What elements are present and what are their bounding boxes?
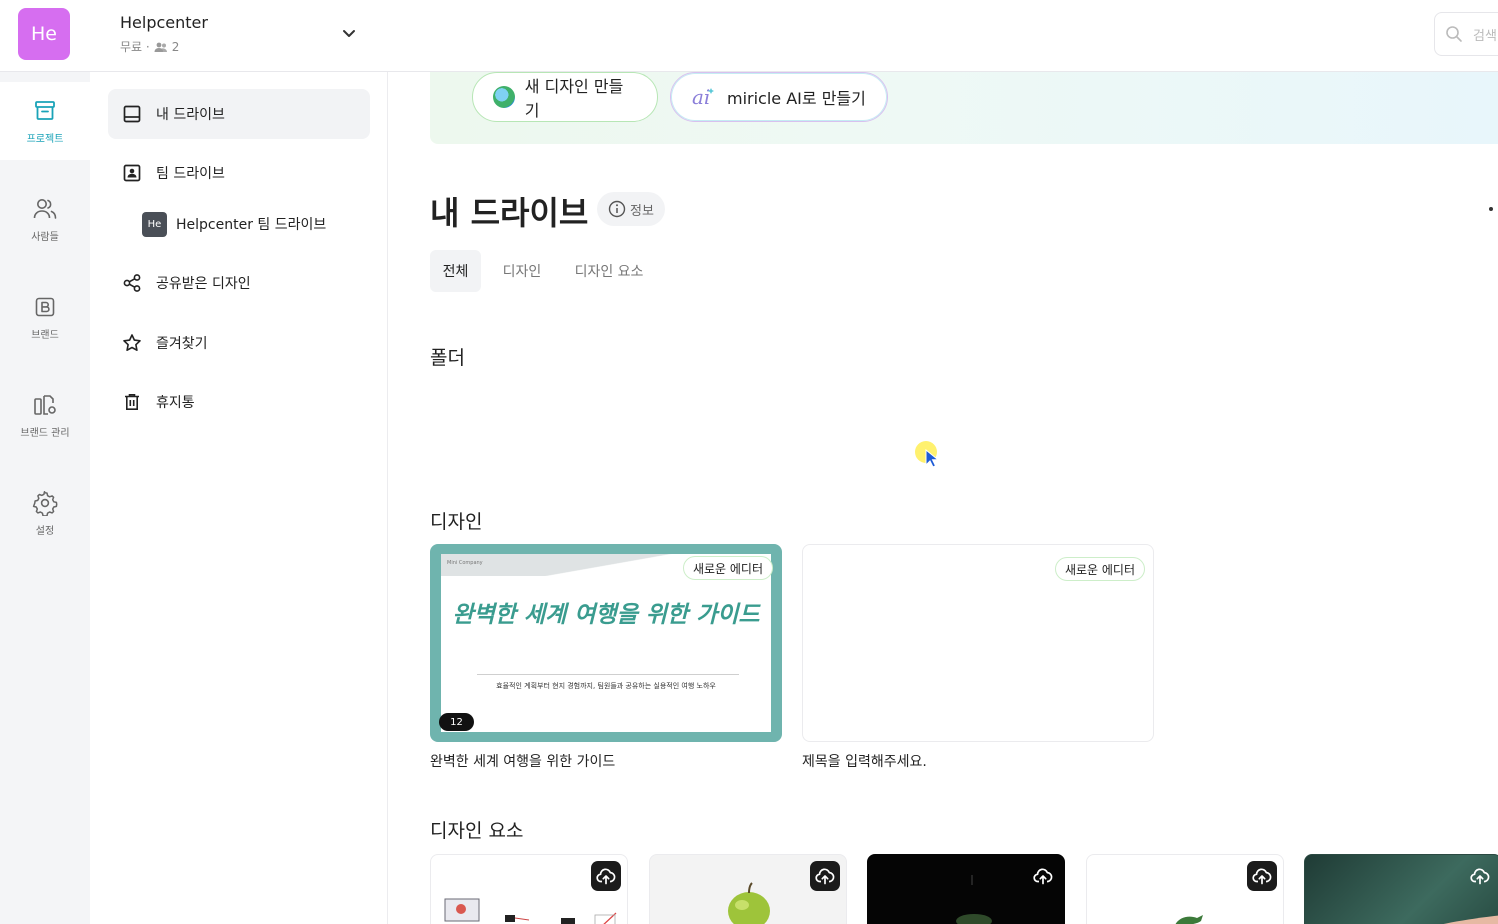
sidebar-item-label: 즐겨찾기 bbox=[156, 336, 208, 352]
rail-item-settings[interactable]: 설정 bbox=[0, 474, 90, 552]
ai-icon: ai bbox=[692, 85, 714, 109]
info-button[interactable]: 정보 bbox=[597, 192, 665, 226]
people-icon bbox=[33, 198, 57, 219]
upload-button[interactable] bbox=[810, 861, 840, 891]
workspace-avatar[interactable]: He bbox=[18, 8, 70, 60]
mouse-cursor-icon bbox=[925, 449, 939, 468]
new-editor-badge: 새로운 에디터 bbox=[682, 556, 773, 580]
tab-all[interactable]: 전체 bbox=[430, 250, 481, 292]
workspace-meta: 무료 · 2 bbox=[120, 38, 179, 55]
cloud-upload-icon bbox=[596, 868, 616, 885]
elements-heading: 디자인 요소 bbox=[430, 820, 524, 842]
page-title: 내 드라이브 bbox=[430, 194, 589, 232]
rail-item-people[interactable]: 사람들 bbox=[0, 180, 90, 258]
design-element-card[interactable] bbox=[867, 854, 1065, 924]
sidebar-item-favorites[interactable]: 즐겨찾기 bbox=[108, 318, 370, 368]
sidebar-item-label: Helpcenter 팀 드라이브 bbox=[176, 217, 327, 233]
sidebar-item-team-drive[interactable]: 팀 드라이브 bbox=[108, 148, 370, 198]
design-element-card[interactable] bbox=[430, 854, 628, 924]
sidebar-item-trash[interactable]: 휴지통 bbox=[108, 377, 370, 427]
search-placeholder: 검색 bbox=[1473, 28, 1497, 44]
upload-button[interactable] bbox=[591, 861, 621, 891]
sidebar-item-helpcenter-team-drive[interactable]: He Helpcenter 팀 드라이브 bbox=[142, 204, 372, 244]
cloud-upload-icon bbox=[815, 868, 835, 885]
chevron-down-icon[interactable] bbox=[340, 24, 358, 42]
upload-button[interactable] bbox=[1247, 861, 1277, 891]
rail-label: 프로젝트 bbox=[26, 133, 64, 145]
button-label: 새 디자인 만들기 bbox=[524, 77, 624, 120]
button-label: miricle AI로 만들기 bbox=[727, 89, 866, 108]
sidebar-item-label: 팀 드라이브 bbox=[156, 166, 225, 182]
plan-label: 무료 · bbox=[120, 40, 150, 54]
page-count-badge: 12 bbox=[439, 713, 474, 731]
rail-label: 브랜드 관리 bbox=[20, 427, 70, 439]
star-icon bbox=[123, 334, 141, 351]
design-element-card[interactable] bbox=[1086, 854, 1284, 924]
new-design-button[interactable]: 새 디자인 만들기 bbox=[472, 72, 658, 122]
trash-icon bbox=[125, 394, 139, 410]
more-options-icon[interactable] bbox=[1489, 207, 1493, 211]
team-avatar: He bbox=[142, 211, 167, 237]
cloud-upload-icon bbox=[1033, 868, 1053, 885]
create-banner: 새 디자인 만들기 ai miricle AI로 만들기 bbox=[430, 72, 1498, 144]
sidebar-item-label: 공유받은 디자인 bbox=[156, 276, 251, 292]
sidebar-item-shared[interactable]: 공유받은 디자인 bbox=[108, 258, 370, 308]
design-card[interactable]: 새로운 에디터 bbox=[802, 544, 1154, 742]
design-title[interactable]: 완벽한 세계 여행을 위한 가이드 bbox=[430, 751, 615, 771]
cloud-upload-icon bbox=[1252, 868, 1272, 885]
design-element-card[interactable] bbox=[649, 854, 847, 924]
design-title[interactable]: 제목을 입력해주세요. bbox=[802, 751, 927, 771]
upload-button[interactable] bbox=[1028, 861, 1058, 891]
design-element-card[interactable] bbox=[1304, 854, 1498, 924]
slide-divider bbox=[477, 674, 739, 675]
member-count: 2 bbox=[171, 39, 180, 54]
rail-item-brand-manage[interactable]: 브랜드 관리 bbox=[0, 376, 90, 454]
search-input[interactable]: 검색 bbox=[1434, 12, 1498, 56]
slide-subtitle: 효율적인 계획부터 현지 경험까지, 팀원들과 공유하는 실용적인 여행 노하우 bbox=[496, 682, 716, 690]
sidebar-item-label: 내 드라이브 bbox=[156, 107, 225, 123]
rail-label: 설정 bbox=[35, 525, 55, 537]
gear-icon bbox=[32, 490, 58, 516]
rail-item-projects[interactable]: 프로젝트 bbox=[0, 82, 90, 160]
cloud-upload-icon bbox=[1470, 868, 1490, 885]
left-rail: 프로젝트 사람들 브랜드 브랜드 관리 설정 bbox=[0, 72, 90, 924]
workspace-name[interactable]: Helpcenter bbox=[120, 13, 208, 32]
slide-title: 완벽한 세계 여행을 위한 가이드 bbox=[452, 602, 760, 628]
rail-item-brand[interactable]: 브랜드 bbox=[0, 278, 90, 356]
rail-label: 브랜드 bbox=[31, 329, 59, 341]
new-editor-badge: 새로운 에디터 bbox=[1054, 557, 1145, 581]
globe-icon bbox=[493, 86, 515, 108]
upload-button[interactable] bbox=[1465, 861, 1495, 891]
ai-create-button[interactable]: ai miricle AI로 만들기 bbox=[670, 72, 888, 122]
brand-settings-icon bbox=[34, 394, 56, 415]
drive-icon bbox=[123, 105, 141, 123]
share-icon bbox=[123, 274, 141, 292]
sidebar-item-label: 휴지통 bbox=[156, 395, 195, 411]
team-drive-icon bbox=[123, 164, 141, 182]
tab-design-elements[interactable]: 디자인 요소 bbox=[567, 250, 651, 292]
top-bar: He Helpcenter 무료 · 2 검색 bbox=[0, 0, 1498, 72]
search-icon bbox=[1446, 26, 1462, 42]
members-icon bbox=[154, 42, 167, 52]
drive-sidebar: 내 드라이브 팀 드라이브 He Helpcenter 팀 드라이브 공유받은 … bbox=[90, 72, 388, 924]
rail-label: 사람들 bbox=[31, 231, 59, 243]
archive-box-icon bbox=[35, 100, 55, 120]
slide-company: Mini Company bbox=[447, 560, 483, 566]
info-label: 정보 bbox=[630, 203, 654, 219]
info-icon bbox=[608, 200, 626, 218]
design-heading: 디자인 bbox=[430, 511, 483, 533]
design-card[interactable]: Mini Company 완벽한 세계 여행을 위한 가이드 효율적인 계획부터… bbox=[430, 544, 782, 742]
tab-design[interactable]: 디자인 bbox=[495, 250, 549, 292]
brand-icon bbox=[35, 297, 55, 316]
folder-heading: 폴더 bbox=[430, 347, 465, 369]
design-thumbnail: Mini Company 완벽한 세계 여행을 위한 가이드 효율적인 계획부터… bbox=[441, 554, 771, 732]
sidebar-item-my-drive[interactable]: 내 드라이브 bbox=[108, 89, 370, 139]
svg-text:ai: ai bbox=[692, 85, 710, 109]
